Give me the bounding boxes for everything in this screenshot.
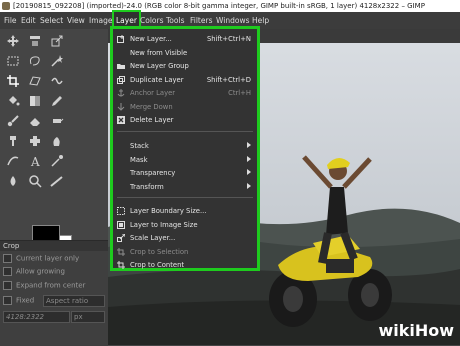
gimp-app-icon [2, 2, 10, 10]
unit-select[interactable]: px [71, 311, 105, 323]
wikihow-watermark: wikiHow [378, 321, 454, 340]
menu-edit[interactable]: Edit [21, 12, 36, 29]
unified-transform-icon[interactable] [28, 73, 42, 87]
menu-item-merge-down[interactable]: Merge Down [113, 100, 257, 114]
tool-options-panel: Crop Current layer only Allow growing Ex… [0, 240, 108, 346]
menu-item-layer-to-image-size[interactable]: Layer to Image Size [113, 218, 257, 232]
option-fixed[interactable]: Fixed [3, 296, 34, 305]
warp-tool-icon[interactable] [50, 73, 64, 87]
color-picker-icon[interactable] [50, 153, 64, 167]
option-expand-from-center[interactable]: Expand from center [3, 281, 85, 290]
clone-tool-icon[interactable] [6, 133, 20, 147]
text-tool-icon[interactable]: A [28, 153, 42, 169]
bucket-fill-icon[interactable] [6, 93, 20, 107]
paths-tool-icon[interactable] [6, 153, 20, 167]
menu-item-duplicate-layer[interactable]: Duplicate Layer Shift+Ctrl+D [113, 73, 257, 87]
layer-to-image-icon [117, 220, 125, 229]
new-layer-icon [117, 35, 124, 43]
scale-tool-icon[interactable] [50, 33, 64, 47]
measure-tool-icon[interactable] [50, 173, 64, 187]
tool-options-title: Crop [3, 242, 20, 250]
merge-down-icon [117, 102, 125, 111]
eraser-icon[interactable] [28, 113, 42, 127]
aspect-ratio-field[interactable]: 4128:2322 [3, 311, 70, 323]
duplicate-layer-icon [117, 75, 125, 84]
submenu-arrow-icon [247, 155, 251, 162]
layer-menu: New Layer... Shift+Ctrl+N New from Visib… [110, 26, 260, 271]
heal-tool-icon[interactable] [28, 133, 42, 147]
menu-separator [117, 131, 253, 132]
menu-item-crop-to-content[interactable]: Crop to Content [113, 258, 257, 272]
smudge-icon[interactable] [50, 133, 64, 147]
window-title: [20190815_092208] (imported)-24.0 (RGB c… [13, 2, 425, 10]
crop-tool-icon[interactable] [6, 73, 20, 87]
scale-layer-icon [117, 234, 125, 242]
align-tool-icon[interactable] [28, 33, 42, 47]
submenu-arrow-icon [247, 169, 251, 175]
menu-file[interactable]: File [4, 12, 17, 29]
paintbrush-icon[interactable] [6, 113, 20, 127]
menu-item-new-layer-group[interactable]: New Layer Group [113, 59, 257, 73]
boundary-size-icon [117, 207, 125, 215]
menu-item-new-from-visible[interactable]: New from Visible [113, 46, 257, 60]
menu-separator [117, 197, 253, 198]
menu-item-mask[interactable]: Mask [113, 153, 257, 167]
zoom-tool-icon[interactable] [28, 173, 42, 188]
fuzzy-select-icon[interactable] [50, 53, 64, 67]
layer-group-icon [117, 64, 125, 69]
dodge-burn-icon[interactable] [6, 173, 20, 187]
title-bar: [20190815_092208] (imported)-24.0 (RGB c… [0, 0, 460, 12]
menu-item-layer-boundary-size[interactable]: Layer Boundary Size... [113, 204, 257, 218]
move-tool-icon[interactable] [6, 33, 20, 47]
option-current-layer-only[interactable]: Current layer only [3, 254, 79, 263]
option-allow-growing[interactable]: Allow growing [3, 267, 65, 276]
menu-item-scale-layer[interactable]: Scale Layer... [113, 231, 257, 245]
menu-item-transform[interactable]: Transform [113, 180, 257, 194]
menu-view[interactable]: View [67, 12, 85, 29]
rect-select-icon[interactable] [6, 53, 20, 67]
toolbox: A [0, 29, 108, 259]
crop-icon [117, 247, 125, 256]
svg-text:A: A [30, 155, 40, 168]
menu-select[interactable]: Select [40, 12, 63, 29]
checkbox[interactable] [3, 296, 12, 305]
submenu-arrow-icon [247, 142, 251, 148]
submenu-arrow-icon [247, 182, 251, 189]
menu-image[interactable]: Image [89, 12, 113, 29]
menu-item-new-layer[interactable]: New Layer... Shift+Ctrl+N [113, 32, 257, 46]
checkbox[interactable] [3, 254, 12, 263]
menu-item-crop-to-selection[interactable]: Crop to Selection [113, 245, 257, 259]
menu-item-delete-layer[interactable]: Delete Layer [113, 113, 257, 127]
menu-item-stack[interactable]: Stack [113, 139, 257, 153]
checkbox[interactable] [3, 267, 12, 276]
pencil-icon[interactable] [50, 93, 64, 107]
delete-layer-icon [117, 116, 125, 124]
crop-icon [117, 261, 125, 269]
checkbox[interactable] [3, 281, 12, 290]
menu-item-transparency[interactable]: Transparency [113, 166, 257, 180]
gradient-tool-icon[interactable] [28, 93, 42, 107]
free-select-icon[interactable] [28, 53, 42, 67]
menu-item-anchor-layer[interactable]: Anchor Layer Ctrl+H [113, 86, 257, 100]
airbrush-icon[interactable] [50, 113, 64, 127]
anchor-icon [117, 89, 125, 97]
fixed-mode-select[interactable]: Aspect ratio [43, 295, 105, 307]
